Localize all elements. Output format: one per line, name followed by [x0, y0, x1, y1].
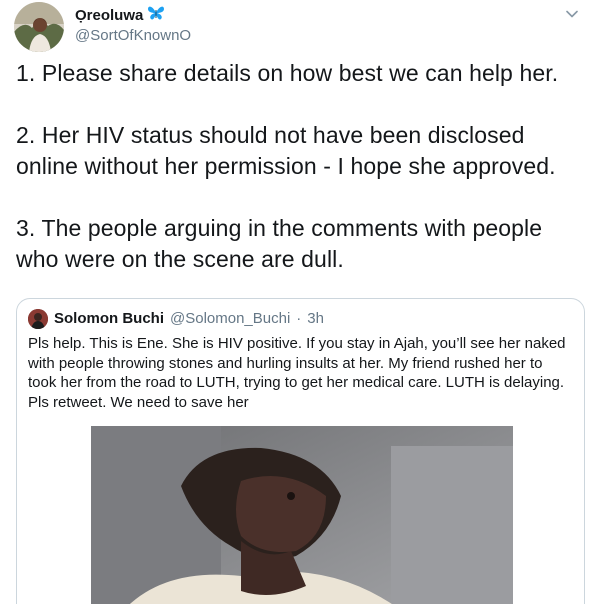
quoted-author-handle: @Solomon_Buchi: [170, 310, 291, 327]
quoted-tweet-image[interactable]: [91, 426, 513, 604]
author-display-name[interactable]: Ọreoluwa: [75, 5, 191, 26]
quoted-author-avatar: [28, 309, 48, 329]
quoted-separator: ·: [296, 310, 302, 327]
chevron-down-icon[interactable]: [566, 7, 578, 19]
quoted-tweet-header: Solomon Buchi @Solomon_Buchi · 3h: [28, 309, 324, 329]
author-info: Ọreoluwa @SortOfKnownO: [75, 5, 191, 46]
quoted-author-name: Solomon Buchi: [54, 310, 164, 327]
tweet-card[interactable]: Ọreoluwa @SortOfKnownO 1. Please share d…: [0, 0, 596, 604]
tweet-paragraph-1: 1. Please share details on how best we c…: [16, 60, 559, 86]
tweet-text: 1. Please share details on how best we c…: [16, 58, 582, 275]
author-name-text: Ọreoluwa: [75, 7, 144, 24]
author-avatar[interactable]: [14, 2, 64, 52]
quoted-tweet-text: Pls help. This is Ene. She is HIV positi…: [28, 335, 566, 411]
tweet-paragraph-2: 2. Her HIV status should not have been d…: [16, 122, 556, 179]
quoted-timestamp: 3h: [307, 310, 324, 327]
butterfly-icon: [147, 5, 165, 26]
tweet-paragraph-3: 3. The people arguing in the comments wi…: [16, 215, 543, 272]
author-handle[interactable]: @SortOfKnownO: [75, 26, 191, 46]
quoted-tweet[interactable]: Solomon Buchi @Solomon_Buchi · 3h Pls he…: [16, 298, 585, 604]
